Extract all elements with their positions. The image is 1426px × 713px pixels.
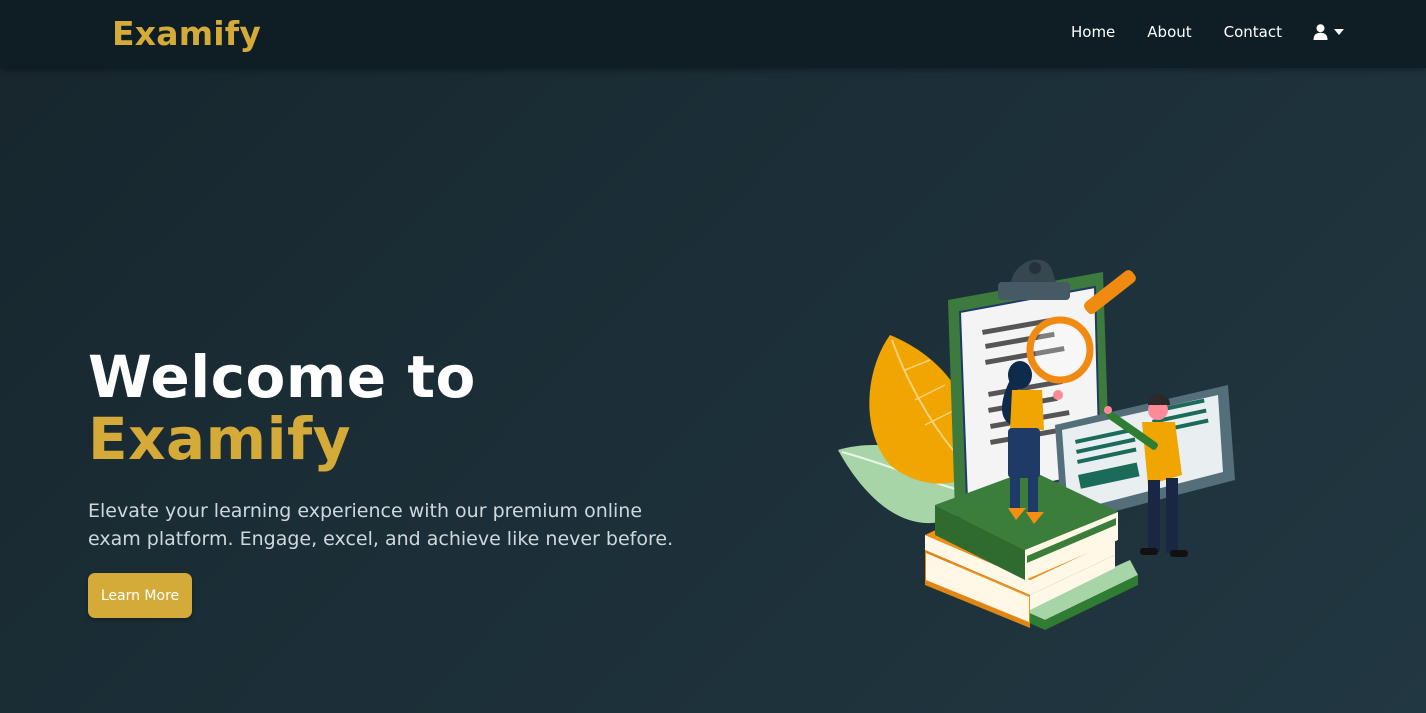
navbar: Examify Home About Contact xyxy=(0,0,1426,68)
hero-title-brand: Examify xyxy=(88,405,352,473)
user-menu-toggle[interactable] xyxy=(1313,22,1344,42)
nav-links: Home About Contact xyxy=(1039,22,1344,42)
caret-down-icon xyxy=(1334,29,1344,35)
hero-description: Elevate your learning experience with ou… xyxy=(88,500,674,550)
brand-logo[interactable]: Examify xyxy=(112,14,261,54)
hero-title-line1: Welcome to xyxy=(88,343,476,411)
nav-about-link[interactable]: About xyxy=(1147,22,1191,42)
hero-title: Welcome to Examify xyxy=(88,346,476,470)
exam-study-illustration xyxy=(838,259,1235,630)
user-icon xyxy=(1313,24,1328,40)
nav-contact-link[interactable]: Contact xyxy=(1224,22,1282,42)
learn-more-button[interactable]: Learn More xyxy=(88,573,192,618)
nav-home-link[interactable]: Home xyxy=(1071,22,1115,42)
